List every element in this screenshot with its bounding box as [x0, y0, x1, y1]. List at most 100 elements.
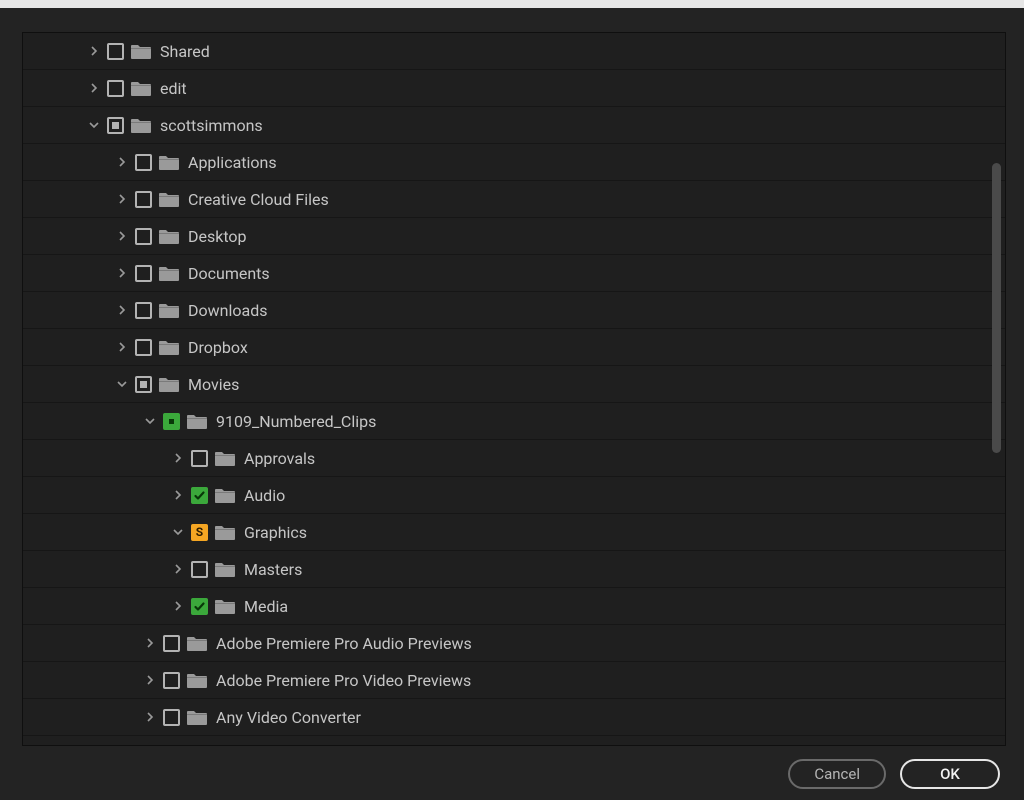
- tree-row-label: Shared: [160, 42, 210, 61]
- chevron-right-icon[interactable]: [115, 340, 129, 354]
- tree-row-label: Dropbox: [188, 338, 248, 357]
- folder-icon: [158, 339, 180, 356]
- chevron-down-icon[interactable]: [115, 377, 129, 391]
- checkbox-empty-icon[interactable]: [163, 709, 180, 726]
- chevron-right-icon[interactable]: [143, 710, 157, 724]
- checkbox-empty-icon[interactable]: [135, 339, 152, 356]
- tree-row[interactable]: Audio: [23, 477, 1005, 514]
- tree-row[interactable]: 9109_Numbered_Clips: [23, 403, 1005, 440]
- chevron-down-icon[interactable]: [143, 414, 157, 428]
- checkbox-empty-icon[interactable]: [135, 154, 152, 171]
- tree-row-label: 9109_Numbered_Clips: [216, 412, 376, 431]
- folder-icon: [158, 191, 180, 208]
- tree-row[interactable]: edit: [23, 70, 1005, 107]
- chevron-right-icon[interactable]: [171, 562, 185, 576]
- chevron-right-icon[interactable]: [143, 636, 157, 650]
- checkbox-indeterminate-icon[interactable]: [135, 376, 152, 393]
- checkbox-empty-icon[interactable]: [163, 672, 180, 689]
- checkbox-empty-icon[interactable]: [107, 43, 124, 60]
- checkbox-empty-icon[interactable]: [191, 561, 208, 578]
- folder-icon: [130, 43, 152, 60]
- checkbox-empty-icon[interactable]: [191, 450, 208, 467]
- ok-button[interactable]: OK: [900, 759, 1000, 789]
- tree-row[interactable]: Any Video Converter: [23, 699, 1005, 736]
- tree-row-label: Media: [244, 597, 288, 616]
- folder-icon: [186, 413, 208, 430]
- tree-row[interactable]: Documents: [23, 255, 1005, 292]
- tree-row-label: Approvals: [244, 449, 315, 468]
- titlebar-strip: [0, 0, 1024, 8]
- tree-row-label: Creative Cloud Files: [188, 190, 329, 209]
- checkbox-checked-icon[interactable]: [191, 487, 208, 504]
- tree-row[interactable]: Downloads: [23, 292, 1005, 329]
- folder-icon: [214, 524, 236, 541]
- folder-icon: [130, 117, 152, 134]
- tree-row-label: Movies: [188, 375, 239, 394]
- folder-icon: [214, 487, 236, 504]
- tree-row[interactable]: Desktop: [23, 218, 1005, 255]
- tree-row-label: Masters: [244, 560, 302, 579]
- folder-icon: [158, 302, 180, 319]
- chevron-right-icon[interactable]: [171, 488, 185, 502]
- tree-row-label: Documents: [188, 264, 270, 283]
- tree-row-label: Adobe Premiere Pro Audio Previews: [216, 634, 472, 653]
- folder-icon: [130, 80, 152, 97]
- chevron-right-icon[interactable]: [115, 266, 129, 280]
- tree-row-label: Any Video Converter: [216, 708, 361, 727]
- tree-row[interactable]: Masters: [23, 551, 1005, 588]
- tree-row-label: Desktop: [188, 227, 247, 246]
- chevron-right-icon[interactable]: [143, 673, 157, 687]
- checkbox-empty-icon[interactable]: [163, 635, 180, 652]
- checkbox-special-icon[interactable]: S: [191, 524, 208, 541]
- tree-row[interactable]: S Graphics: [23, 514, 1005, 551]
- chevron-right-icon[interactable]: [115, 192, 129, 206]
- tree-row[interactable]: Dropbox: [23, 329, 1005, 366]
- folder-icon: [158, 228, 180, 245]
- chevron-down-icon[interactable]: [87, 118, 101, 132]
- checkbox-empty-icon[interactable]: [135, 265, 152, 282]
- tree-row[interactable]: Applications: [23, 144, 1005, 181]
- tree-row[interactable]: Approvals: [23, 440, 1005, 477]
- folder-icon: [186, 672, 208, 689]
- tree-row[interactable]: Shared: [23, 33, 1005, 70]
- folder-icon: [158, 376, 180, 393]
- folder-icon: [214, 450, 236, 467]
- chevron-right-icon[interactable]: [115, 155, 129, 169]
- tree-row[interactable]: scottsimmons: [23, 107, 1005, 144]
- chevron-right-icon[interactable]: [87, 81, 101, 95]
- chevron-down-icon[interactable]: [171, 525, 185, 539]
- checkbox-partial-green-icon[interactable]: [163, 413, 180, 430]
- tree-row[interactable]: Media: [23, 588, 1005, 625]
- chevron-right-icon[interactable]: [87, 44, 101, 58]
- folder-icon: [214, 598, 236, 615]
- checkbox-empty-icon[interactable]: [107, 80, 124, 97]
- tree-row[interactable]: Adobe Premiere Pro Video Previews: [23, 662, 1005, 699]
- tree-row-label: Audio: [244, 486, 285, 505]
- checkbox-empty-icon[interactable]: [135, 302, 152, 319]
- folder-icon: [158, 154, 180, 171]
- folder-icon: [214, 561, 236, 578]
- chevron-right-icon[interactable]: [115, 229, 129, 243]
- chevron-right-icon[interactable]: [171, 451, 185, 465]
- folder-icon: [158, 265, 180, 282]
- tree-row[interactable]: Adobe Premiere Pro Audio Previews: [23, 625, 1005, 662]
- folder-icon: [186, 635, 208, 652]
- tree-row[interactable]: Creative Cloud Files: [23, 181, 1005, 218]
- chevron-right-icon[interactable]: [115, 303, 129, 317]
- scrollbar-thumb[interactable]: [992, 163, 1001, 453]
- folder-icon: [186, 709, 208, 726]
- folder-tree-panel: Shared edit scottsimmons Applications Creati…: [22, 32, 1006, 746]
- cancel-button[interactable]: Cancel: [788, 759, 886, 789]
- tree-row-label: Downloads: [188, 301, 267, 320]
- checkbox-empty-icon[interactable]: [135, 191, 152, 208]
- tree-row-label: Applications: [188, 153, 277, 172]
- tree-row-label: Adobe Premiere Pro Video Previews: [216, 671, 471, 690]
- tree-row-label: edit: [160, 79, 187, 98]
- tree-row-label: Graphics: [244, 523, 307, 542]
- tree-row-label: scottsimmons: [160, 116, 263, 135]
- checkbox-checked-icon[interactable]: [191, 598, 208, 615]
- checkbox-indeterminate-icon[interactable]: [107, 117, 124, 134]
- chevron-right-icon[interactable]: [171, 599, 185, 613]
- checkbox-empty-icon[interactable]: [135, 228, 152, 245]
- tree-row[interactable]: Movies: [23, 366, 1005, 403]
